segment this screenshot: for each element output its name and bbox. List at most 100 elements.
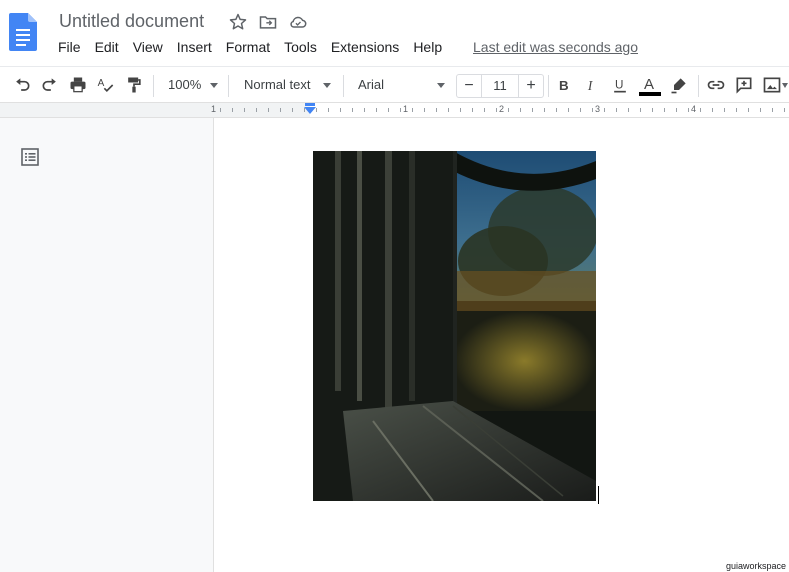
image-caret-icon[interactable] xyxy=(782,83,788,88)
document-outline-icon[interactable] xyxy=(20,147,40,167)
bold-icon[interactable]: B xyxy=(554,75,574,95)
image-icon[interactable] xyxy=(762,75,782,95)
toolbar-separator xyxy=(153,75,154,97)
ruler-tick xyxy=(328,108,329,112)
ruler-tick xyxy=(556,108,557,112)
indent-marker-icon[interactable] xyxy=(304,103,316,115)
ruler-tick xyxy=(664,108,665,112)
ruler-tick xyxy=(652,108,653,112)
font-size-increase-button[interactable]: + xyxy=(518,75,543,97)
ruler-tick xyxy=(364,108,365,112)
last-edit-link[interactable]: Last edit was seconds ago xyxy=(473,39,638,55)
ruler-tick xyxy=(520,108,521,112)
document-title[interactable]: Untitled document xyxy=(59,11,204,32)
ruler-tick xyxy=(388,108,389,112)
menu-extensions[interactable]: Extensions xyxy=(331,39,399,55)
ruler-tick xyxy=(256,108,257,112)
menu-help[interactable]: Help xyxy=(413,39,442,55)
redo-icon[interactable] xyxy=(40,75,60,95)
ruler-tick xyxy=(604,108,605,112)
move-to-folder-icon[interactable] xyxy=(258,12,278,32)
ruler-tick xyxy=(376,108,377,112)
ruler-tick xyxy=(232,108,233,112)
font-select[interactable]: Arial xyxy=(358,77,384,92)
ruler-tick xyxy=(436,108,437,112)
toolbar-separator xyxy=(548,75,549,97)
zoom-caret-icon[interactable] xyxy=(210,83,218,88)
ruler-label: 1 xyxy=(211,104,217,114)
ruler-tick xyxy=(616,108,617,112)
paragraph-style-select[interactable]: Normal text xyxy=(244,77,310,92)
menu-edit[interactable]: Edit xyxy=(95,39,119,55)
ruler-tick xyxy=(700,108,701,112)
font-caret-icon[interactable] xyxy=(437,83,445,88)
svg-text:A: A xyxy=(98,78,105,89)
svg-text:I: I xyxy=(587,78,593,93)
ruler-tick xyxy=(448,108,449,112)
undo-icon[interactable] xyxy=(12,75,32,95)
text-cursor xyxy=(598,486,599,504)
menu-insert[interactable]: Insert xyxy=(177,39,212,55)
ruler-tick xyxy=(748,108,749,112)
toolbar-separator xyxy=(698,75,699,97)
text-color-icon[interactable]: A xyxy=(638,73,662,97)
zoom-select[interactable]: 100% xyxy=(168,77,201,92)
menu-file[interactable]: File xyxy=(58,39,81,55)
ruler-tick xyxy=(484,108,485,112)
ruler-tick xyxy=(784,108,785,112)
link-icon[interactable] xyxy=(706,75,726,95)
menu-tools[interactable]: Tools xyxy=(284,39,317,55)
underline-icon[interactable]: U xyxy=(610,75,630,95)
ruler-tick xyxy=(568,108,569,112)
cloud-saved-icon[interactable] xyxy=(288,12,308,32)
ruler-tick xyxy=(400,108,401,112)
ruler-label: 3 xyxy=(595,104,601,114)
toolbar-separator xyxy=(343,75,344,97)
ruler-tick xyxy=(736,108,737,112)
svg-text:B: B xyxy=(559,78,569,93)
ruler-tick xyxy=(580,108,581,112)
ruler-tick xyxy=(544,108,545,112)
ruler-label: 4 xyxy=(691,104,697,114)
ruler-content-area xyxy=(310,103,789,117)
toolbar: A 100% Normal text Arial − 11 + B I U A xyxy=(0,66,789,103)
ruler-tick xyxy=(412,108,413,112)
ruler-tick xyxy=(292,108,293,112)
font-size-input[interactable]: 11 xyxy=(481,75,519,97)
outline-panel xyxy=(0,118,214,572)
ruler-tick xyxy=(508,108,509,112)
inserted-image[interactable] xyxy=(313,151,596,501)
docs-logo-icon[interactable] xyxy=(9,13,37,51)
ruler-tick xyxy=(424,108,425,112)
style-caret-icon[interactable] xyxy=(323,83,331,88)
font-size-decrease-button[interactable]: − xyxy=(457,75,482,97)
menu-format[interactable]: Format xyxy=(226,39,270,55)
print-icon[interactable] xyxy=(68,75,88,95)
font-size-stepper: − 11 + xyxy=(456,74,544,98)
ruler-tick xyxy=(460,108,461,112)
spellcheck-icon[interactable]: A xyxy=(96,75,116,95)
ruler-tick xyxy=(640,108,641,112)
comment-icon[interactable] xyxy=(734,75,754,95)
ruler-tick xyxy=(220,108,221,112)
ruler-tick xyxy=(760,108,761,112)
italic-icon[interactable]: I xyxy=(582,75,602,95)
paint-format-icon[interactable] xyxy=(124,75,144,95)
ruler-label: 1 xyxy=(403,104,409,114)
star-icon[interactable] xyxy=(228,12,248,32)
ruler-tick xyxy=(592,108,593,112)
ruler-label: 2 xyxy=(499,104,505,114)
svg-text:A: A xyxy=(644,76,654,93)
ruler-tick xyxy=(772,108,773,112)
ruler-tick xyxy=(496,108,497,112)
highlight-icon[interactable] xyxy=(669,75,689,95)
ruler-tick xyxy=(688,108,689,112)
horizontal-ruler[interactable]: 1 1 2 3 4 xyxy=(0,102,789,118)
menu-view[interactable]: View xyxy=(133,39,163,55)
menu-bar: File Edit View Insert Format Tools Extensions H… xyxy=(58,39,456,57)
toolbar-separator xyxy=(228,75,229,97)
ruler-tick xyxy=(268,108,269,112)
ruler-tick xyxy=(280,108,281,112)
ruler-tick xyxy=(340,108,341,112)
title-bar: Untitled document File Edit View Insert Form… xyxy=(0,0,789,64)
